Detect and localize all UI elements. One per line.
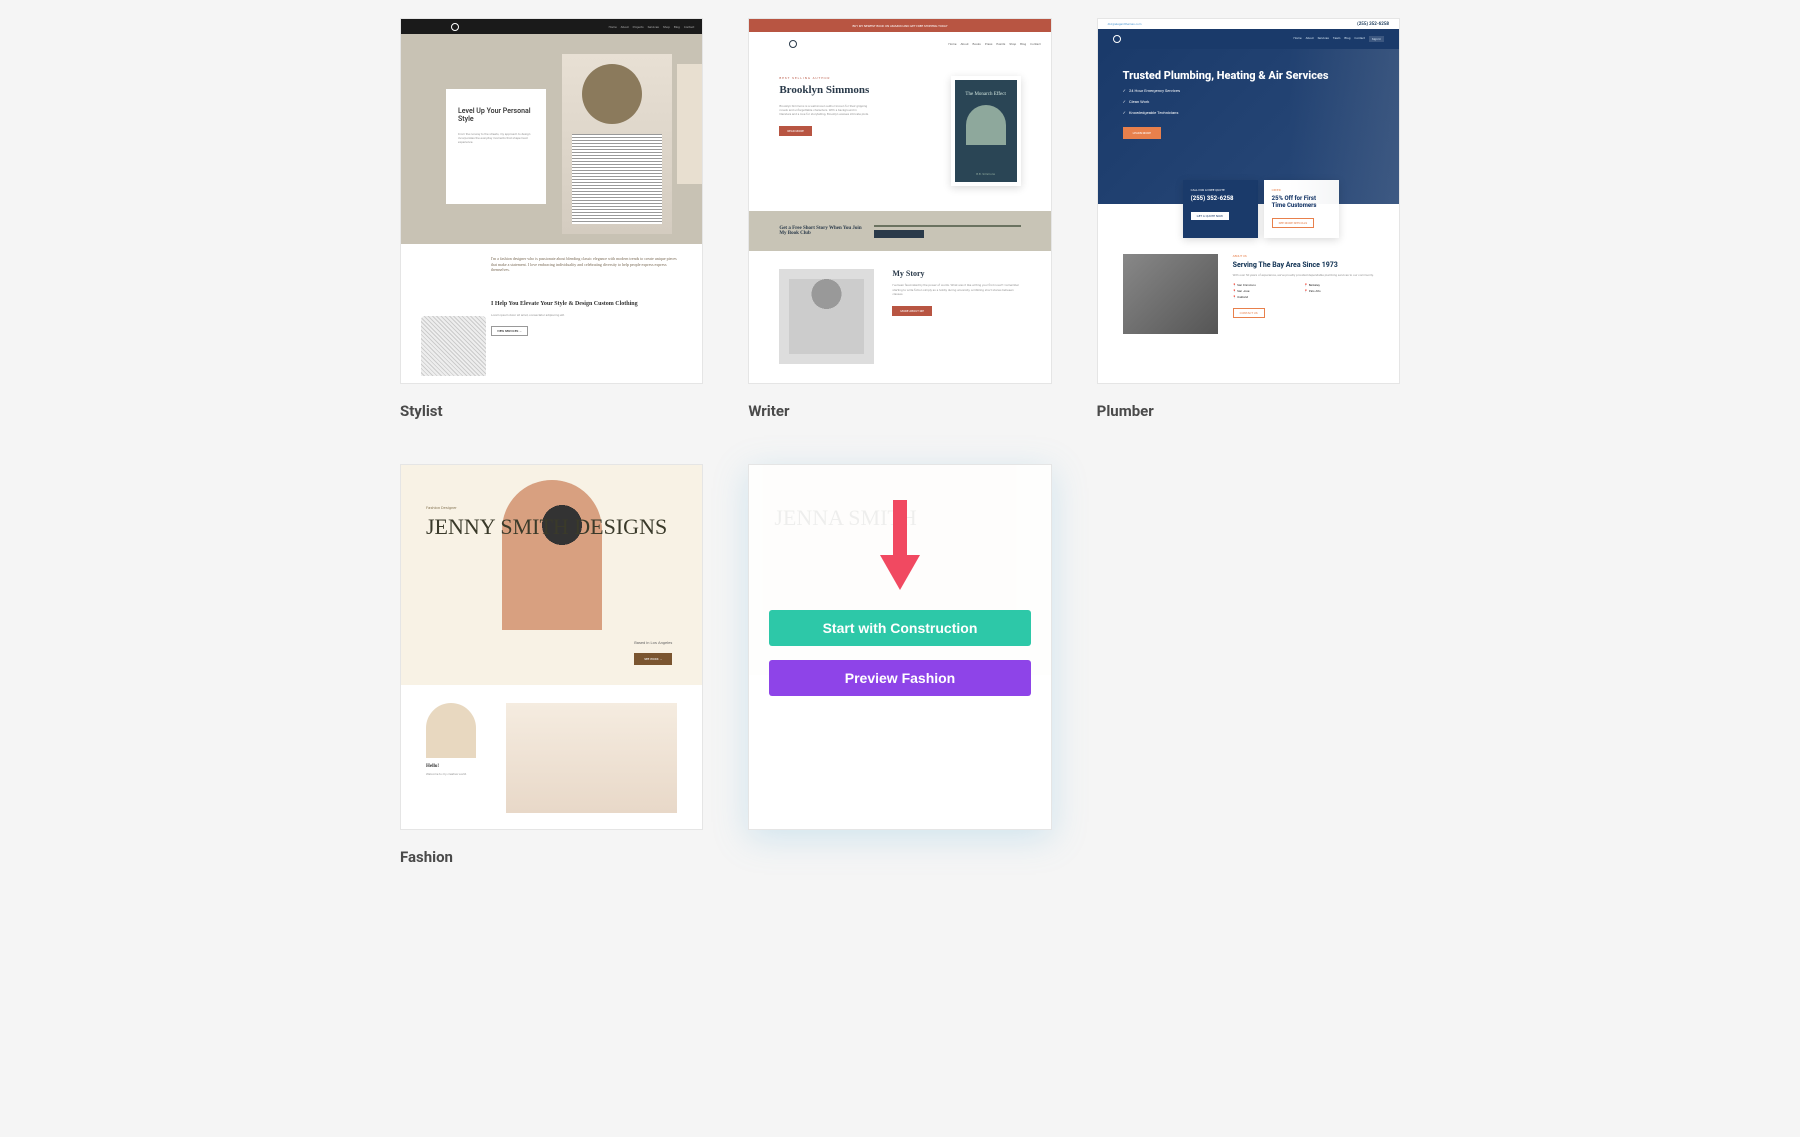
mock-announcement: BUY MY NEWEST BOOK ON AMAZON AND GET FRE… xyxy=(749,19,1050,32)
template-thumbnail[interactable]: HomeAboutProjectsServicesShopBlogContact… xyxy=(400,18,703,384)
mock-about: I'm a fashion designer who is passionate… xyxy=(401,244,702,285)
mock-help: I Help You Elevate Your Style & Design C… xyxy=(401,285,702,356)
template-thumbnail[interactable]: Fashion Designer JENNY SMITH DESIGNS Bas… xyxy=(400,464,703,830)
template-grid: HomeAboutProjectsServicesShopBlogContact… xyxy=(400,18,1400,866)
book-cover: The Monarch Effect B.B. Simmons xyxy=(951,76,1021,186)
start-with-button[interactable]: Start with Construction xyxy=(769,610,1030,646)
template-label: Stylist xyxy=(400,402,703,420)
template-label: Writer xyxy=(748,402,1051,420)
mock-hero: BEST SELLING AUTHOR Brooklyn Simmons Bro… xyxy=(749,56,1050,211)
overlay-actions: Start with Construction Preview Fashion xyxy=(769,610,1030,696)
logo-icon xyxy=(1113,35,1121,43)
template-card-writer[interactable]: BUY MY NEWEST BOOK ON AMAZON AND GET FRE… xyxy=(748,18,1051,420)
mock-nav: HomeAboutServicesTeamBlogContactSign In xyxy=(1098,29,1399,49)
template-thumbnail[interactable]: divi@elegantthemes.com (255) 352-6258 Ho… xyxy=(1097,18,1400,384)
template-card-plumber[interactable]: divi@elegantthemes.com (255) 352-6258 Ho… xyxy=(1097,18,1400,420)
mock-nav: HomeAboutBooksPressEventsShopBlogContact xyxy=(749,32,1050,56)
mock-story: My Story I've been fascinated by the pow… xyxy=(749,251,1050,382)
mock-hero: Level Up Your Personal Style From the ru… xyxy=(401,34,702,244)
hero-heading: Level Up Your Personal Style xyxy=(458,107,534,123)
template-card-stylist[interactable]: HomeAboutProjectsServicesShopBlogContact… xyxy=(400,18,703,420)
mock-topbar: HomeAboutProjectsServicesShopBlogContact xyxy=(401,19,702,34)
template-label: Plumber xyxy=(1097,402,1400,420)
mock-hero: Fashion Designer JENNY SMITH DESIGNS Bas… xyxy=(401,465,702,685)
template-thumbnail-hovered: JENNA SMITH Start with Construction Prev… xyxy=(748,464,1051,830)
template-card-fashion[interactable]: Fashion Designer JENNY SMITH DESIGNS Bas… xyxy=(400,464,703,866)
logo-icon xyxy=(789,40,797,48)
mock-topbar: divi@elegantthemes.com (255) 352-6258 xyxy=(1098,19,1399,29)
preview-button[interactable]: Preview Fashion xyxy=(769,660,1030,696)
template-label: Fashion xyxy=(400,848,703,866)
logo-icon xyxy=(451,23,459,31)
mock-signup: Get a Free Short Story When You Join My … xyxy=(749,211,1050,251)
mock-below: Hello! Welcome to my creative world. xyxy=(401,685,702,830)
arrow-down-icon xyxy=(875,500,925,595)
template-card-hovered[interactable]: JENNA SMITH Start with Construction Prev… xyxy=(748,464,1051,866)
template-thumbnail[interactable]: BUY MY NEWEST BOOK ON AMAZON AND GET FRE… xyxy=(748,18,1051,384)
mock-hero: Trusted Plumbing, Heating & Air Services… xyxy=(1098,49,1399,204)
